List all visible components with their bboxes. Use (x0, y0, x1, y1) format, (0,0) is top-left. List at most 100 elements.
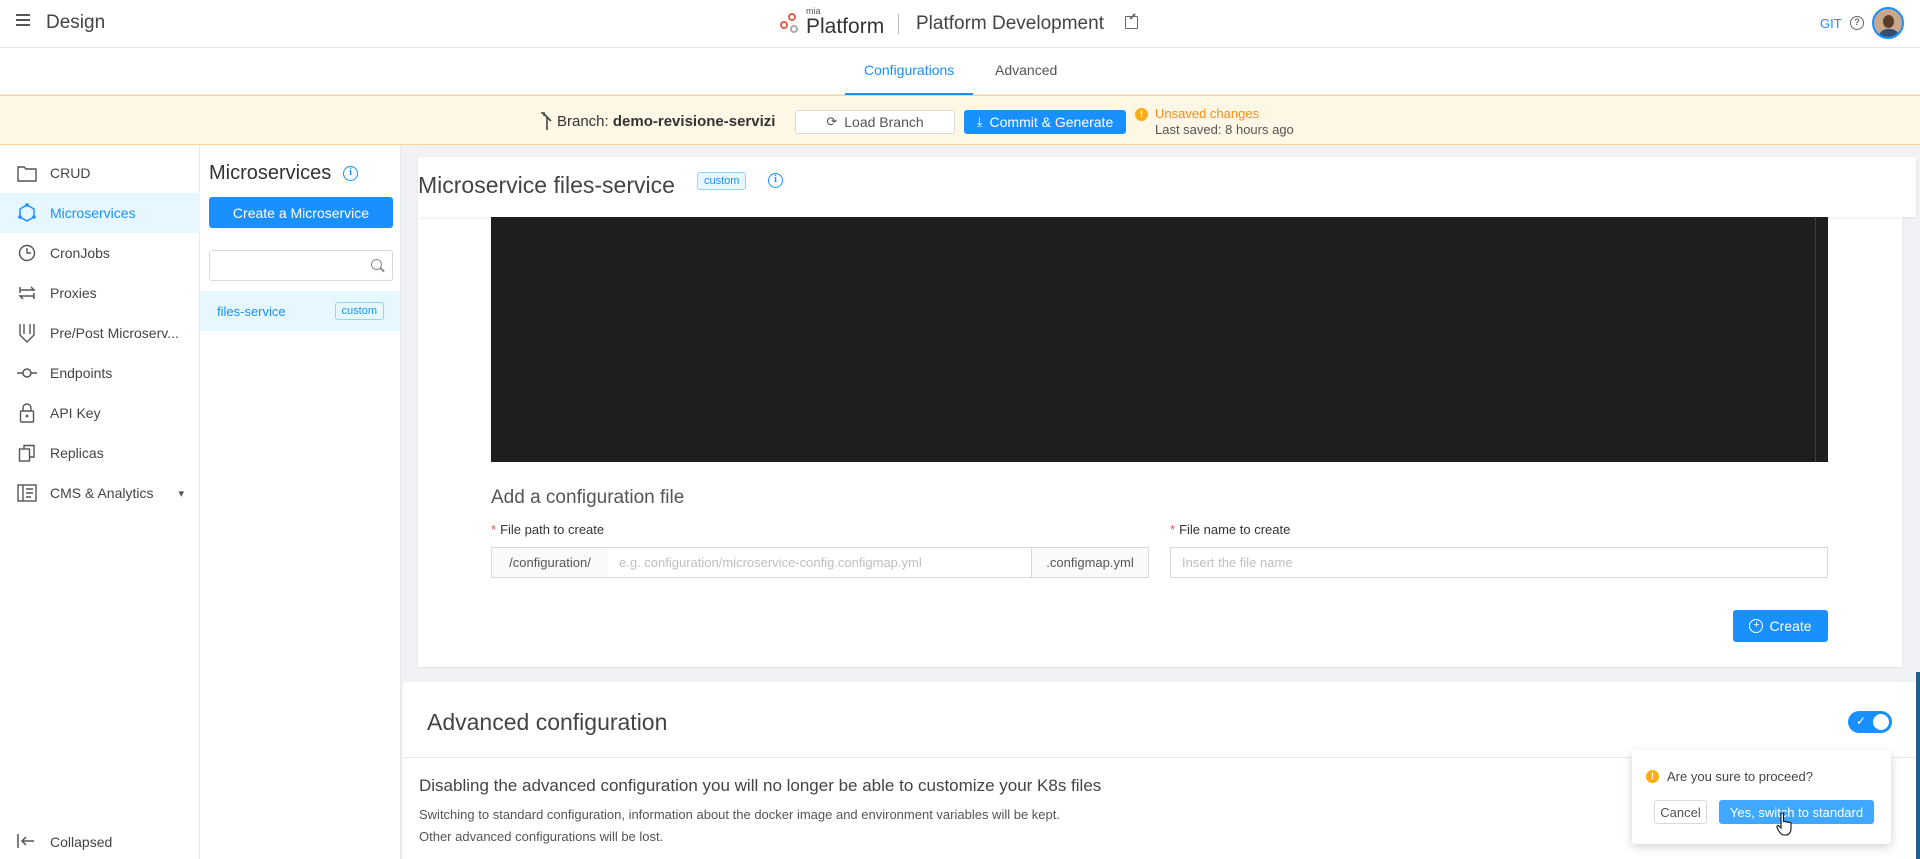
load-branch-label: Load Branch (844, 114, 924, 130)
branch-name: demo-revisione-servizi (612, 113, 776, 130)
tab-configurations[interactable]: Configurations (845, 48, 974, 95)
branch-icon (541, 112, 552, 130)
dashboard-icon (16, 482, 38, 504)
sidebar-item-replicas[interactable]: Replicas (0, 433, 200, 473)
collapse-sidebar-button[interactable]: Collapsed (0, 822, 200, 859)
sidebar-item-label: Replicas (50, 445, 104, 461)
advanced-desc-line-1: Switching to standard configuration, inf… (419, 807, 1060, 822)
search-icon[interactable] (371, 259, 382, 270)
platform-logo[interactable]: mia Platform (780, 6, 884, 42)
info-icon[interactable]: i (768, 173, 783, 188)
sidebar-item-endpoints[interactable]: Endpoints (0, 353, 200, 393)
editor-scrollbar[interactable] (1815, 217, 1816, 462)
warning-icon: ! (1646, 770, 1659, 783)
check-icon: ✓ (1856, 714, 1867, 728)
sidebar-item-label: Proxies (50, 285, 97, 301)
required-mark: * (1170, 522, 1176, 537)
file-name-label-text: File name to create (1179, 522, 1291, 537)
last-saved-text: Last saved: 8 hours ago (1155, 122, 1294, 137)
sidebar-item-label: Pre/Post Microserv... (50, 325, 179, 341)
list-item[interactable]: files-service custom (200, 291, 400, 331)
list-title: Microservices (209, 162, 332, 184)
create-microservice-button[interactable]: Create a Microservice (209, 197, 393, 228)
git-link[interactable]: GIT (1820, 16, 1842, 31)
chevron-down-icon: ▾ (178, 487, 184, 500)
hand-cursor-icon (1776, 812, 1792, 836)
load-branch-button[interactable]: ⟳ Load Branch (795, 110, 955, 134)
avatar[interactable] (1872, 7, 1904, 39)
reload-icon: ⟳ (826, 114, 838, 129)
page-title: Microservice files-service (418, 172, 675, 198)
tab-advanced[interactable]: Advanced (976, 48, 1076, 95)
cancel-button[interactable]: Cancel (1654, 800, 1707, 824)
hexagon-nodes-icon (16, 202, 38, 224)
endpoint-icon (16, 362, 38, 384)
commit-label: Commit & Generate (989, 114, 1114, 130)
custom-tag: custom (334, 302, 384, 320)
clock-icon (16, 242, 38, 264)
logo-icon (780, 13, 802, 35)
branch-label: Branch: demo-revisione-servizi (557, 113, 775, 130)
sidebar-item-pre-post[interactable]: Pre/Post Microserv... (0, 313, 200, 353)
last-saved-value: 8 hours ago (1225, 122, 1294, 137)
last-saved-label: Last saved: (1155, 122, 1222, 137)
sidebar-item-crud[interactable]: CRUD (0, 153, 200, 193)
code-editor[interactable] (491, 217, 1828, 462)
lock-icon (16, 402, 38, 424)
sidebar-item-label: API Key (50, 405, 101, 421)
project-name[interactable]: Platform Development (916, 13, 1104, 35)
advanced-desc-line-2: Other advanced configurations will be lo… (419, 829, 664, 844)
unsaved-changes-text: Unsaved changes (1155, 106, 1260, 121)
hamburger-menu-icon[interactable] (16, 14, 30, 28)
advanced-config-toggle[interactable]: ✓ (1848, 711, 1892, 733)
advanced-warning-text: Disabling the advanced configuration you… (419, 776, 1102, 795)
brand-top: mia (806, 6, 821, 16)
switch-to-standard-button[interactable]: Yes, switch to standard (1719, 800, 1874, 824)
filter-icon (16, 322, 38, 344)
sidebar-item-label: Microservices (50, 205, 136, 221)
file-name-label: * File name to create (1170, 522, 1290, 537)
branch-prefix: Branch: (557, 113, 609, 130)
download-icon: ⤓ (976, 114, 983, 129)
external-link-icon[interactable] (1125, 16, 1138, 29)
file-path-input[interactable]: e.g. configuration/microservice-config.c… (608, 547, 1032, 578)
required-mark: * (491, 522, 497, 537)
config-file-title: Add a configuration file (491, 487, 685, 508)
swap-icon (16, 282, 38, 304)
sidebar-item-microservices[interactable]: Microservices (0, 193, 200, 233)
sidebar-item-cms-analytics[interactable]: CMS & Analytics ▾ (0, 473, 200, 513)
search-input[interactable] (210, 251, 360, 279)
info-icon[interactable]: i (343, 166, 358, 181)
help-icon[interactable]: ? (1850, 16, 1864, 30)
sidebar-item-api-key[interactable]: API Key (0, 393, 200, 433)
sidebar-item-cronjobs[interactable]: CronJobs (0, 233, 200, 273)
collapse-icon (16, 833, 38, 852)
create-label: Create (1769, 618, 1812, 634)
commit-generate-button[interactable]: ⤓ Commit & Generate (964, 110, 1126, 134)
advanced-config-title: Advanced configuration (427, 709, 668, 735)
sidebar-item-label: CMS & Analytics (50, 485, 154, 501)
create-button[interactable]: + Create (1733, 610, 1828, 642)
sidebar-item-label: CRUD (50, 165, 91, 181)
confirm-popover (1632, 750, 1891, 844)
sidebar-item-proxies[interactable]: Proxies (0, 273, 200, 313)
branch-bar: Branch: demo-revisione-servizi ⟳ Load Br… (0, 95, 1920, 145)
header-divider (898, 14, 899, 34)
collapsed-label: Collapsed (50, 834, 113, 850)
sidebar-item-label: CronJobs (50, 245, 110, 261)
custom-tag: custom (697, 172, 747, 190)
file-path-label-text: File path to create (500, 522, 605, 537)
sidebar-item-label: Endpoints (50, 365, 113, 381)
confirm-question: Are you sure to proceed? (1667, 769, 1813, 784)
app-title: Design (46, 12, 106, 33)
page-scrollbar[interactable] (1916, 672, 1920, 859)
copy-icon (16, 442, 38, 464)
search-field[interactable] (209, 250, 393, 281)
warning-icon: ! (1135, 108, 1148, 121)
file-name-input[interactable]: Insert the file name (1170, 547, 1828, 578)
path-suffix-addon: .configmap.yml (1031, 547, 1149, 578)
microservice-name: files-service (217, 303, 286, 319)
brand-name: Platform (806, 15, 885, 38)
folder-icon (16, 162, 38, 184)
plus-circle-icon: + (1749, 619, 1764, 633)
